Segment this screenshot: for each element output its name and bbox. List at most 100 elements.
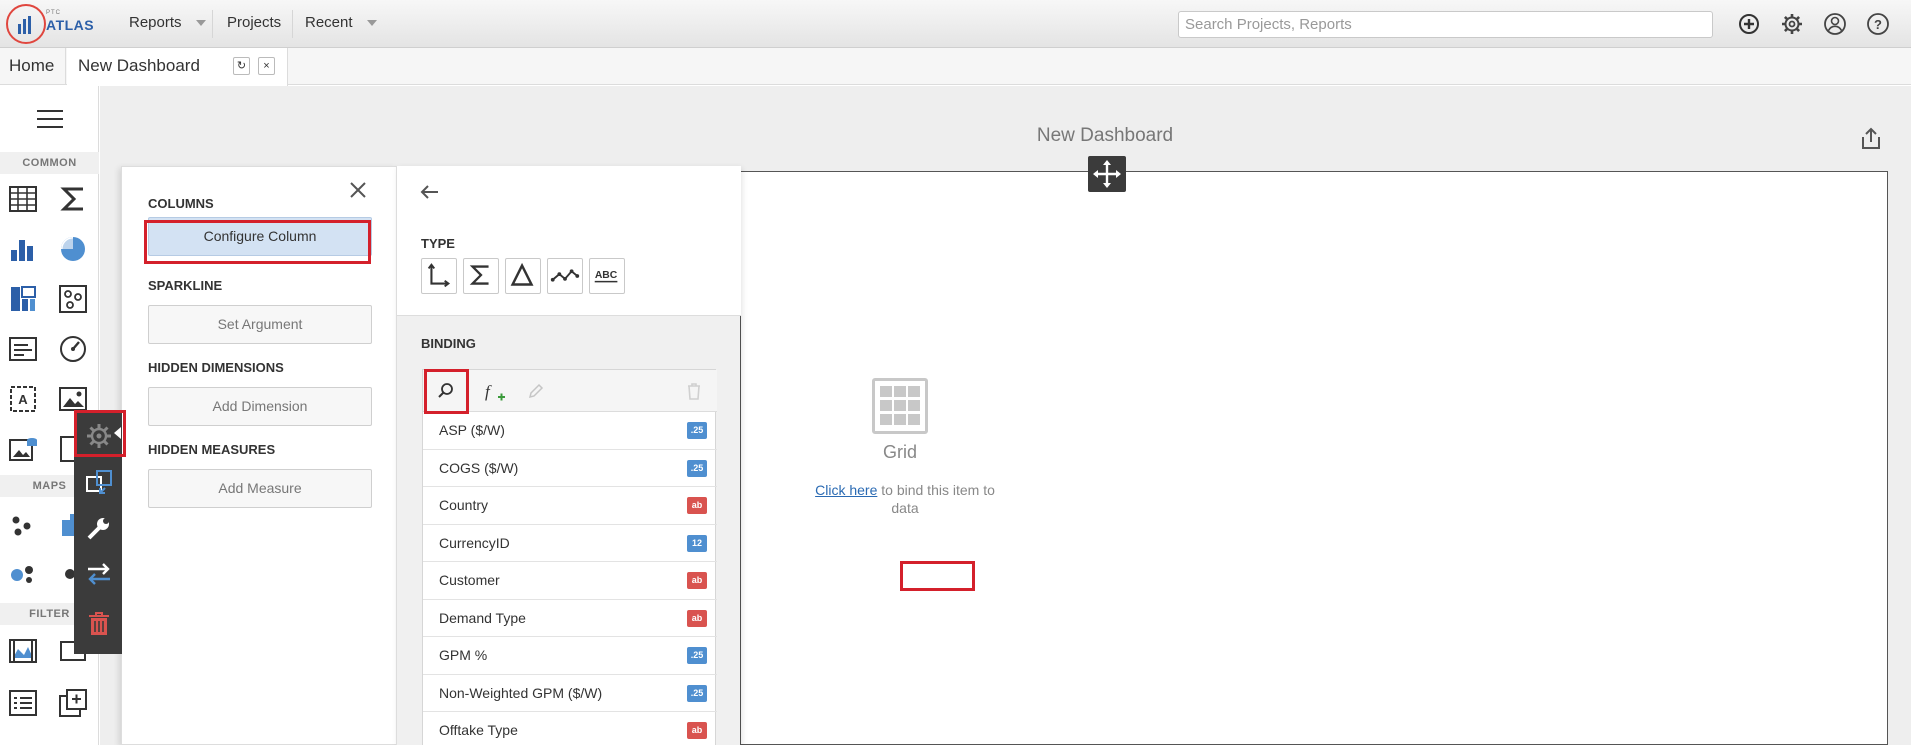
search-icon-highlight <box>424 369 469 414</box>
close-icon[interactable] <box>349 181 367 199</box>
svg-text:A: A <box>18 392 28 407</box>
field-item[interactable]: ASP ($/W) .25 <box>423 412 717 450</box>
tab-home[interactable]: Home <box>0 48 66 85</box>
chevron-down-icon[interactable] <box>366 20 377 27</box>
add-icon[interactable] <box>1737 12 1761 36</box>
sum-icon <box>469 265 489 285</box>
numeric-type-badge: .25 <box>687 684 707 702</box>
swap-icon[interactable] <box>85 560 113 588</box>
help-icon[interactable]: ? <box>1866 12 1890 36</box>
grid-placeholder-label: Grid <box>882 442 917 462</box>
numeric-type-badge: .25 <box>687 647 707 664</box>
field-item[interactable]: CurrencyID 12 <box>423 525 717 562</box>
menu-projects[interactable]: Projects <box>227 0 281 48</box>
field-item[interactable]: Non-Weighted GPM ($/W) .25 <box>423 675 717 712</box>
string-type-badge: ab <box>687 497 707 514</box>
string-type-badge: ab <box>687 722 707 739</box>
range-filter-tool-icon[interactable] <box>8 636 38 666</box>
logo-bars-icon <box>18 16 36 34</box>
string-type-badge: ab <box>687 609 707 627</box>
section-common: COMMON <box>0 152 99 174</box>
configure-column-highlight <box>144 220 371 264</box>
type-label: TYPE <box>421 236 455 251</box>
measure-type-button[interactable] <box>463 258 499 294</box>
numeric-type-badge: .25 <box>687 459 707 477</box>
click-here-link[interactable]: Click here <box>815 482 877 498</box>
grid-tool-icon[interactable] <box>8 184 38 214</box>
abc-icon: ABC <box>594 270 618 283</box>
svg-text:?: ? <box>1874 17 1882 32</box>
logo-text: ATLAS <box>46 17 95 33</box>
numeric-type-badge: .25 <box>687 422 707 439</box>
scatter-tool-icon[interactable] <box>58 284 88 314</box>
wrench-icon[interactable] <box>85 514 113 542</box>
dimension-icon <box>427 263 451 288</box>
gauge-tool-icon[interactable] <box>58 334 88 364</box>
delta-type-button[interactable] <box>505 258 541 294</box>
pointer-arrow <box>114 427 121 439</box>
dimension-type-button[interactable] <box>421 258 457 294</box>
back-arrow-icon[interactable] <box>419 184 439 200</box>
add-measure-button[interactable]: Add Measure <box>148 469 372 508</box>
list-box-tool-icon[interactable] <box>8 688 38 718</box>
dashboard-title[interactable]: New Dashboard <box>920 125 1290 147</box>
field-item[interactable]: Offtake Type ab <box>423 712 717 745</box>
delete-icon[interactable] <box>685 381 703 401</box>
gear-icon[interactable] <box>1780 12 1804 36</box>
card-tool-icon[interactable] <box>8 334 38 364</box>
binding-panel: TYPE ABC BINDING f ASP ($/W) .25 COGS ($… <box>396 166 741 745</box>
string-type-badge: ab <box>687 572 707 589</box>
top-bar: PTC ATLAS Reports Projects Recent ? <box>0 0 1911 48</box>
trash-icon[interactable] <box>85 610 113 638</box>
text-type-button[interactable]: ABC <box>589 258 625 294</box>
convert-item-icon[interactable] <box>85 468 113 496</box>
tab-bar: Home New Dashboard ↻ × <box>0 48 1911 86</box>
menu-recent[interactable]: Recent <box>305 0 377 48</box>
field-name: Offtake Type <box>439 722 518 738</box>
bind-data-message: Click here to bind this item to data <box>810 481 1000 517</box>
atlas-logo[interactable]: PTC ATLAS <box>6 4 95 44</box>
menu-reports[interactable]: Reports <box>129 0 206 48</box>
pie-chart-tool-icon[interactable] <box>58 234 88 264</box>
grid-placeholder-icon <box>872 378 928 434</box>
columns-label: COLUMNS <box>148 196 214 211</box>
tab-new-dashboard[interactable]: New Dashboard ↻ × <box>67 48 288 86</box>
field-item[interactable]: Customer ab <box>423 562 717 600</box>
export-icon[interactable] <box>1860 126 1882 150</box>
field-name: ASP ($/W) <box>439 422 505 438</box>
close-tab-icon[interactable]: × <box>258 57 275 75</box>
type-section: TYPE ABC <box>397 166 741 316</box>
bind-data-text: to bind this item to data <box>881 482 995 516</box>
sum-tool-icon[interactable] <box>58 184 88 214</box>
binding-label: BINDING <box>421 336 476 351</box>
search-input[interactable] <box>1178 11 1713 38</box>
field-item[interactable]: Demand Type ab <box>423 600 717 637</box>
hidden-dimensions-label: HIDDEN DIMENSIONS <box>148 360 284 375</box>
hidden-measures-label: HIDDEN MEASURES <box>148 442 276 457</box>
treemap-tool-icon[interactable] <box>8 284 38 314</box>
text-box-tool-icon[interactable]: A <box>8 384 38 414</box>
refresh-icon[interactable]: ↻ <box>233 57 250 75</box>
user-icon[interactable] <box>1823 12 1847 36</box>
bubble-map-tool-icon[interactable] <box>8 558 38 588</box>
binding-field-list: f ASP ($/W) .25 COGS ($/W) .25 Country a… <box>422 369 717 745</box>
field-item[interactable]: COGS ($/W) .25 <box>423 450 717 487</box>
bar-chart-tool-icon[interactable] <box>8 234 38 264</box>
field-name: Country <box>439 497 489 513</box>
chevron-down-icon[interactable] <box>195 20 206 27</box>
add-dimension-button[interactable]: Add Dimension <box>148 387 372 426</box>
sparkline-type-button[interactable] <box>547 258 583 294</box>
edit-icon[interactable] <box>527 382 545 400</box>
add-calculated-field-icon[interactable]: f <box>483 380 507 404</box>
menu-reports-label: Reports <box>129 14 182 31</box>
bound-image-tool-icon[interactable] <box>8 434 38 464</box>
field-name: COGS ($/W) <box>439 459 519 476</box>
move-item-handle[interactable] <box>1088 156 1126 192</box>
set-argument-button[interactable]: Set Argument <box>148 305 372 344</box>
field-item[interactable]: Country ab <box>423 487 717 525</box>
click-here-highlight <box>900 561 975 591</box>
tree-view-tool-icon[interactable] <box>58 688 88 718</box>
hamburger-menu-icon[interactable] <box>37 110 63 130</box>
geo-point-map-tool-icon[interactable] <box>8 510 38 540</box>
field-item[interactable]: GPM % .25 <box>423 637 717 675</box>
